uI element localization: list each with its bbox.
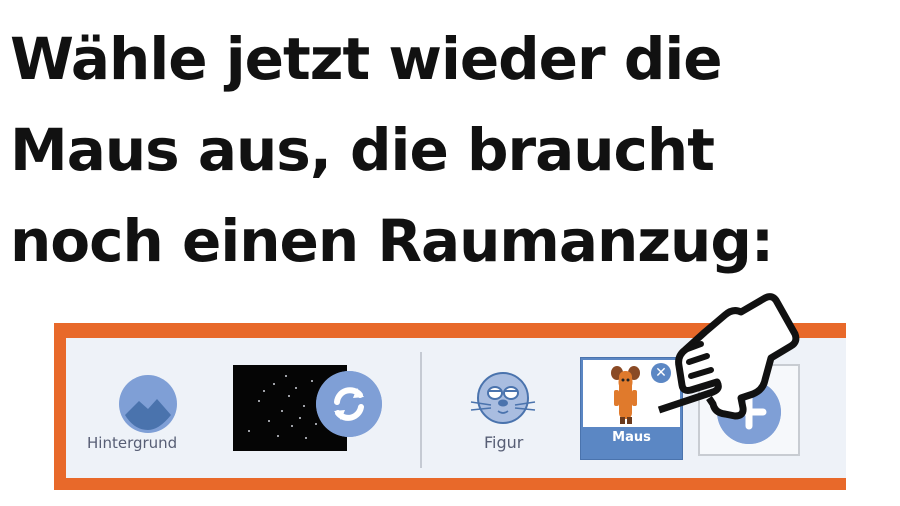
switch-background-button[interactable]: [316, 371, 382, 437]
selected-sprite-label: Maus: [612, 430, 651, 445]
sprite-label: Figur: [484, 433, 524, 452]
instruction-line-3: noch einen Raumanzug:: [10, 207, 774, 275]
background-label: Hintergrund: [87, 434, 178, 452]
section-divider: [420, 352, 422, 468]
sprite-seal-icon[interactable]: [469, 366, 537, 426]
pointing-hand-icon: [657, 293, 800, 420]
background-mountain-icon[interactable]: [119, 375, 177, 433]
instruction-heading: Wähle jetzt wieder die Maus aus, die bra…: [10, 14, 890, 287]
instruction-line-1: Wähle jetzt wieder die: [10, 25, 723, 93]
instruction-line-2: Maus aus, die braucht: [10, 116, 715, 184]
